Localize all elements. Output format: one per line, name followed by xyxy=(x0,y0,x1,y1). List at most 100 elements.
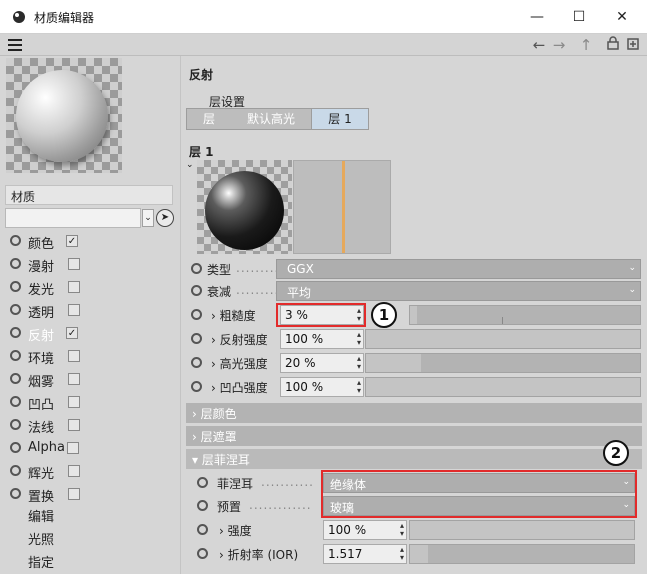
spinner-icon[interactable]: ▴ ▾ xyxy=(357,379,361,395)
tab-default-specular[interactable]: 默认高光 xyxy=(231,109,311,129)
channel-row[interactable]: 烟雾 xyxy=(0,368,180,390)
channel-radio[interactable] xyxy=(10,373,21,384)
edit-item[interactable]: 编辑 xyxy=(28,506,54,525)
channel-checkbox[interactable] xyxy=(68,419,80,431)
fresnel-radio[interactable] xyxy=(197,477,208,488)
channel-radio[interactable] xyxy=(10,304,21,315)
channel-radio[interactable] xyxy=(10,488,21,499)
channel-radio[interactable] xyxy=(10,281,21,292)
channel-row[interactable]: 置换 xyxy=(0,483,180,505)
ior-slider[interactable] xyxy=(409,544,635,564)
type-radio[interactable] xyxy=(191,263,202,274)
channel-row[interactable]: 凹凸 xyxy=(0,391,180,413)
channel-checkbox[interactable] xyxy=(68,488,80,500)
roughness-slider[interactable] xyxy=(409,305,641,325)
specular-strength-slider[interactable] xyxy=(365,353,641,373)
channel-radio[interactable] xyxy=(10,396,21,407)
bump-strength-radio[interactable] xyxy=(191,381,202,392)
pick-arrow-icon[interactable]: ➤ xyxy=(156,209,174,227)
preset-radio[interactable] xyxy=(197,500,208,511)
left-panel: 材质 ⌄ ➤ 颜色 ✓ 漫射 发光 透明 反射 ✓ 环境 烟雾 凹凸 法线 Alpha 辉光 置换 编辑 … xyxy=(0,56,180,574)
channel-radio[interactable] xyxy=(10,235,21,246)
bump-strength-slider[interactable] xyxy=(365,377,641,397)
channel-radio[interactable] xyxy=(10,350,21,361)
strength-radio[interactable] xyxy=(197,524,208,535)
channel-checkbox[interactable] xyxy=(68,304,80,316)
type-dropdown[interactable]: GGX ⌄ xyxy=(276,259,641,279)
channel-checkbox[interactable] xyxy=(68,258,80,270)
up-arrow-icon[interactable]: ↑ xyxy=(577,36,595,54)
collapse-arrow-icon[interactable]: ⌄ xyxy=(186,160,194,170)
tab-layer-1[interactable]: 层 1 xyxy=(311,109,368,129)
channel-checkbox[interactable]: ✓ xyxy=(66,327,78,339)
fresnel-highlight xyxy=(321,470,637,518)
channel-row[interactable]: 辉光 xyxy=(0,460,180,482)
channel-row[interactable]: 颜色 ✓ xyxy=(0,230,180,252)
strength-slider[interactable] xyxy=(409,520,635,540)
channel-row[interactable]: 法线 xyxy=(0,414,180,436)
minimize-button[interactable]: — xyxy=(518,4,556,30)
roughness-label-text: 粗糙度 xyxy=(219,309,256,323)
type-row: 类型 ......... GGX ⌄ xyxy=(181,258,647,280)
channel-row[interactable]: Alpha xyxy=(0,437,180,459)
title-bar: 材质编辑器 — ☐ ✕ xyxy=(0,0,647,34)
channel-checkbox[interactable] xyxy=(68,281,80,293)
channel-checkbox[interactable] xyxy=(67,442,79,454)
leader-dots: ......... xyxy=(236,283,280,297)
spinner-icon[interactable]: ▴ ▾ xyxy=(400,522,404,538)
reflect-strength-value: 100 % xyxy=(285,332,324,346)
specular-strength-field[interactable]: 20 % ▴ ▾ xyxy=(280,353,364,373)
menu-icon[interactable] xyxy=(8,39,22,51)
material-name-field[interactable]: 材质 xyxy=(5,185,173,205)
channel-checkbox[interactable]: ✓ xyxy=(66,235,78,247)
material-preview xyxy=(6,58,122,173)
spinner-icon[interactable]: ▴ ▾ xyxy=(357,355,361,371)
spinner-icon[interactable]: ▴ ▾ xyxy=(357,331,361,347)
channel-checkbox[interactable] xyxy=(68,350,80,362)
chevron-down-icon[interactable]: ⌄ xyxy=(142,209,154,227)
channel-row[interactable]: 反射 ✓ xyxy=(0,322,180,344)
tab-layer[interactable]: 层 xyxy=(187,109,231,129)
reflect-strength-radio[interactable] xyxy=(191,333,202,344)
assign-item[interactable]: 指定 xyxy=(28,552,54,571)
layer-fresnel-group[interactable]: ▾ 层菲涅耳 xyxy=(186,449,642,469)
roughness-radio[interactable] xyxy=(191,309,202,320)
channel-radio[interactable] xyxy=(10,419,21,430)
channel-row[interactable]: 发光 xyxy=(0,276,180,298)
spinner-icon[interactable]: ▴ ▾ xyxy=(400,546,404,562)
ior-radio[interactable] xyxy=(197,548,208,559)
strength-field[interactable]: 100 % ▴ ▾ xyxy=(323,520,407,540)
channel-row[interactable]: 环境 xyxy=(0,345,180,367)
maximize-button[interactable]: ☐ xyxy=(560,4,598,30)
forward-arrow-icon[interactable]: → xyxy=(550,36,568,54)
attenuation-radio[interactable] xyxy=(191,285,202,296)
specular-strength-radio[interactable] xyxy=(191,357,202,368)
channel-checkbox[interactable] xyxy=(68,465,80,477)
channel-radio[interactable] xyxy=(10,442,21,453)
channel-row[interactable]: 漫射 xyxy=(0,253,180,275)
illumination-item[interactable]: 光照 xyxy=(28,529,54,548)
ior-row: › 折射率 (IOR) 1.517 ▴ ▾ xyxy=(181,543,647,565)
material-select[interactable] xyxy=(5,208,141,228)
channel-row[interactable]: 透明 xyxy=(0,299,180,321)
channel-radio[interactable] xyxy=(10,258,21,269)
channel-radio[interactable] xyxy=(10,327,21,338)
channel-radio[interactable] xyxy=(10,465,21,476)
layer-color-group[interactable]: › 层颜色 xyxy=(186,403,642,423)
ior-field[interactable]: 1.517 ▴ ▾ xyxy=(323,544,407,564)
layer-mask-group[interactable]: › 层遮罩 xyxy=(186,426,642,446)
channel-checkbox[interactable] xyxy=(68,396,80,408)
specular-strength-label: › 高光强度 xyxy=(211,357,268,371)
attenuation-dropdown[interactable]: 平均 ⌄ xyxy=(276,281,641,301)
reflect-strength-slider[interactable] xyxy=(365,329,641,349)
lock-icon[interactable] xyxy=(604,36,622,54)
layer-tabs: 层 默认高光 层 1 xyxy=(186,108,369,130)
new-window-icon[interactable] xyxy=(624,36,642,54)
roughness-label: › 粗糙度 xyxy=(211,309,256,323)
channel-checkbox[interactable] xyxy=(68,373,80,385)
close-button[interactable]: ✕ xyxy=(603,4,641,30)
back-arrow-icon[interactable]: ← xyxy=(530,36,548,54)
bump-strength-value: 100 % xyxy=(285,380,324,394)
bump-strength-field[interactable]: 100 % ▴ ▾ xyxy=(280,377,364,397)
reflect-strength-field[interactable]: 100 % ▴ ▾ xyxy=(280,329,364,349)
